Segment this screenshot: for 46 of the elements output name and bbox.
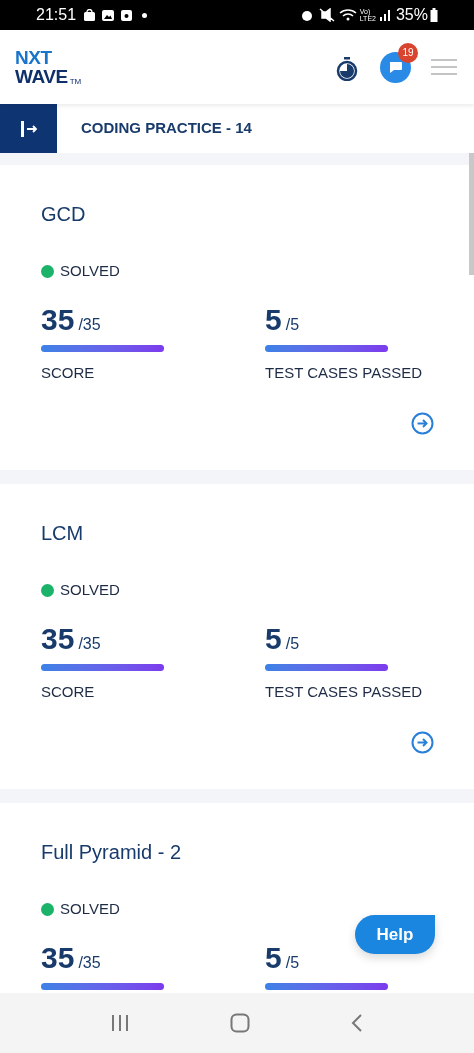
metric-value: 35 xyxy=(41,942,75,973)
metric-value: 5 xyxy=(265,304,282,335)
help-button[interactable]: Help xyxy=(355,915,435,954)
logo[interactable]: NXT WAVE TM xyxy=(15,48,82,86)
metric-total: /35 xyxy=(78,635,101,652)
battery-percent: 35% xyxy=(395,5,428,25)
status-label: SOLVED xyxy=(60,261,120,281)
chat-icon xyxy=(388,60,403,74)
sidebar-toggle-button[interactable] xyxy=(0,104,57,153)
problem-title: LCM xyxy=(41,521,85,546)
status-label: SOLVED xyxy=(60,580,120,600)
metric-value: 5 xyxy=(265,623,282,654)
metric-total: /5 xyxy=(285,954,300,971)
recent-apps-icon[interactable] xyxy=(110,1013,130,1033)
notification-badge: 19 xyxy=(398,42,418,63)
metric-value: 5 xyxy=(265,942,282,973)
problem-title: Full Pyramid - 2 xyxy=(41,840,183,865)
problem-title: GCD xyxy=(41,202,87,227)
expand-icon xyxy=(18,119,39,138)
metric-label: TEST CASES PASSED xyxy=(265,363,422,382)
arrow-circle-icon[interactable] xyxy=(411,411,434,435)
alarm-mute-wifi-icons xyxy=(299,8,358,22)
clock: 21:51 xyxy=(36,5,77,25)
dot-icon xyxy=(142,12,148,18)
metric-label: TEST CASES PASSED xyxy=(265,682,422,701)
page-title: CODING PRACTICE - 14 xyxy=(81,118,252,139)
battery-icon xyxy=(430,8,438,22)
home-icon[interactable] xyxy=(230,1013,250,1033)
app-icon xyxy=(121,9,133,21)
image-icon xyxy=(102,9,115,21)
problem-card[interactable]: GCD SOLVED 35/35 SCORE 5/5 TEST CASES PASSED xyxy=(0,165,474,470)
metric-value: 35 xyxy=(41,623,75,654)
arrow-circle-icon[interactable] xyxy=(411,730,434,754)
metric-total: /35 xyxy=(78,954,101,971)
metric-label: SCORE xyxy=(41,363,95,382)
status-label: SOLVED xyxy=(60,899,120,919)
problem-card[interactable]: LCM SOLVED 35/35 SCORE 5/5 TEST CASES PASSED xyxy=(0,484,474,789)
metric-label: SCORE xyxy=(41,682,95,701)
shopping-bag-icon xyxy=(84,9,96,21)
back-icon[interactable] xyxy=(350,1013,364,1033)
metric-total: /35 xyxy=(78,316,101,333)
signal-icon xyxy=(378,9,393,21)
metric-value: 35 xyxy=(41,304,75,335)
metric-total: /5 xyxy=(285,316,300,333)
metric-total: /5 xyxy=(285,635,300,652)
stopwatch-icon[interactable] xyxy=(336,57,358,81)
